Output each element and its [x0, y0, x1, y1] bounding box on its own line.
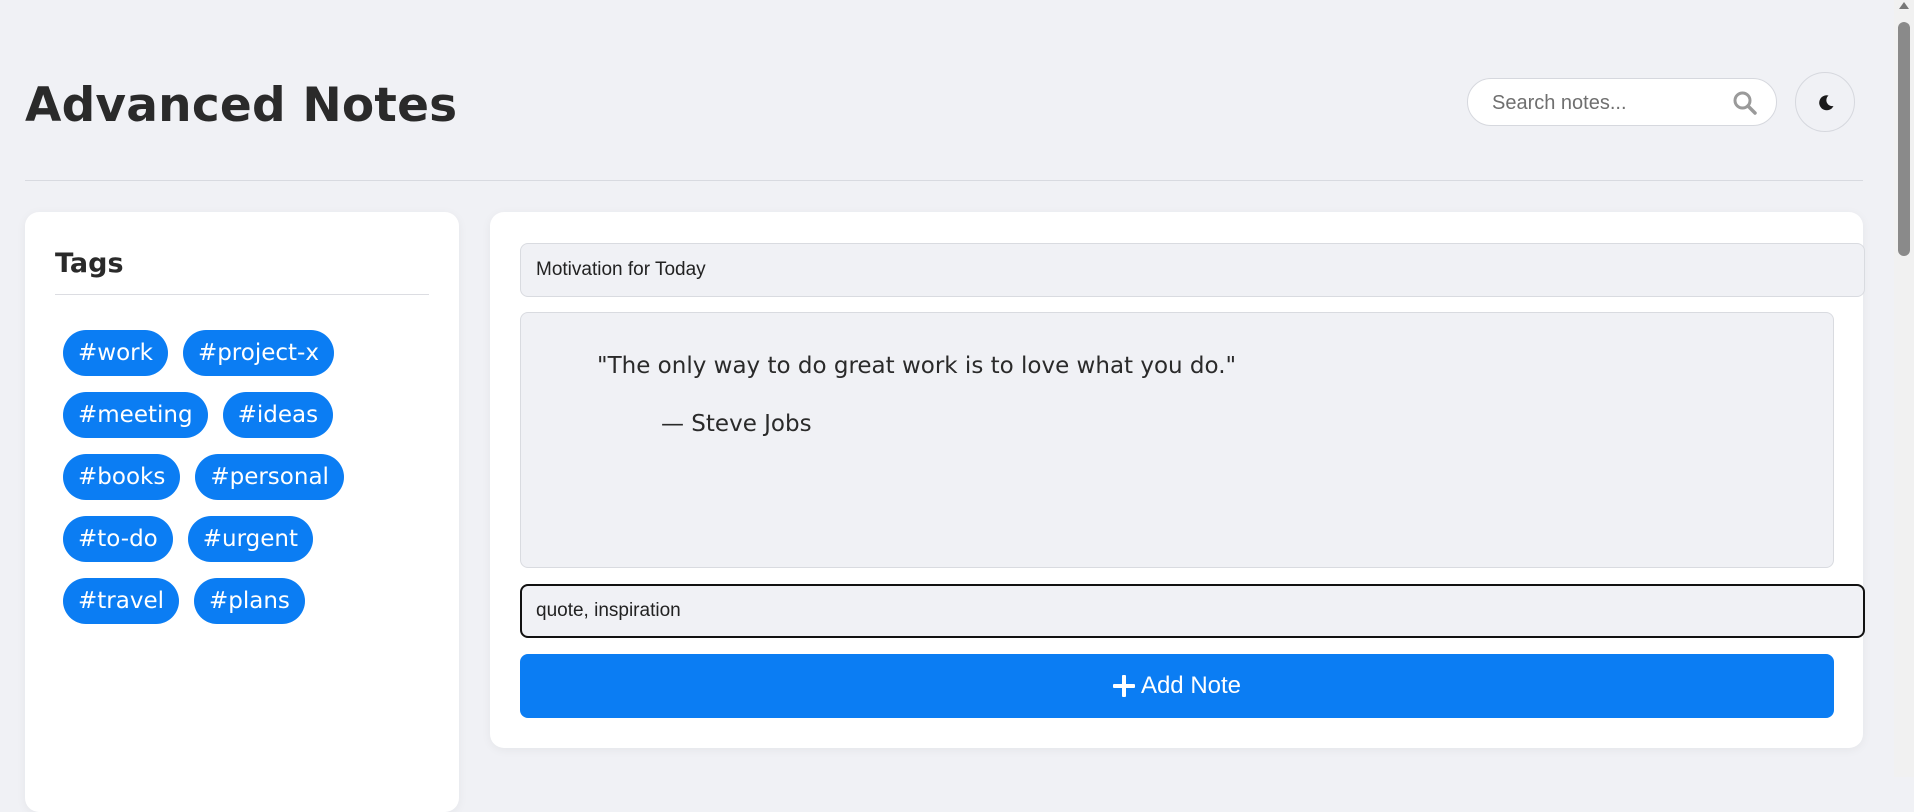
tag-personal[interactable]: #personal [195, 454, 344, 500]
note-editor: "The only way to do great work is to lov… [490, 212, 1865, 748]
note-title-input[interactable] [520, 243, 1865, 297]
page-title: Advanced Notes [25, 78, 458, 133]
sidebar-title: Tags [55, 248, 124, 279]
tag-project-x[interactable]: #project-x [182, 330, 334, 376]
add-note-button[interactable]: Add Note [520, 654, 1834, 718]
tag-books[interactable]: #books [63, 454, 181, 500]
scrollbar-thumb[interactable] [1898, 22, 1910, 256]
app-header: Advanced Notes [25, 60, 1863, 181]
add-note-label: Add Note [1140, 672, 1242, 699]
tag-list: #work #project-x #meeting #ideas #books … [63, 330, 433, 624]
tag-plans[interactable]: #plans [194, 578, 305, 624]
sidebar-divider [55, 294, 429, 295]
note-body-editor[interactable]: "The only way to do great work is to lov… [520, 312, 1834, 568]
note-quote-author: — Steve Jobs [661, 411, 812, 437]
tag-travel[interactable]: #travel [63, 578, 179, 624]
scroll-up-arrow-icon[interactable] [1899, 2, 1909, 9]
tag-urgent[interactable]: #urgent [187, 516, 314, 562]
note-quote-text: "The only way to do great work is to lov… [597, 353, 1237, 379]
moon-icon [1819, 95, 1834, 111]
tag-meeting[interactable]: #meeting [63, 392, 208, 438]
page-scrollbar[interactable] [1894, 0, 1914, 777]
search-icon[interactable] [1732, 90, 1758, 116]
tags-sidebar: Tags #work #project-x #meeting #ideas #b… [25, 212, 459, 812]
search-box[interactable] [1467, 78, 1777, 127]
tag-to-do[interactable]: #to-do [63, 516, 173, 562]
app-page: Advanced Notes Tags #work #project-x #me… [0, 0, 1894, 812]
note-tags-input[interactable] [520, 584, 1865, 638]
plus-icon [1112, 675, 1135, 697]
tag-work[interactable]: #work [63, 330, 168, 376]
search-input[interactable] [1490, 79, 1734, 127]
theme-toggle-button[interactable] [1795, 72, 1855, 132]
tag-ideas[interactable]: #ideas [222, 392, 334, 438]
